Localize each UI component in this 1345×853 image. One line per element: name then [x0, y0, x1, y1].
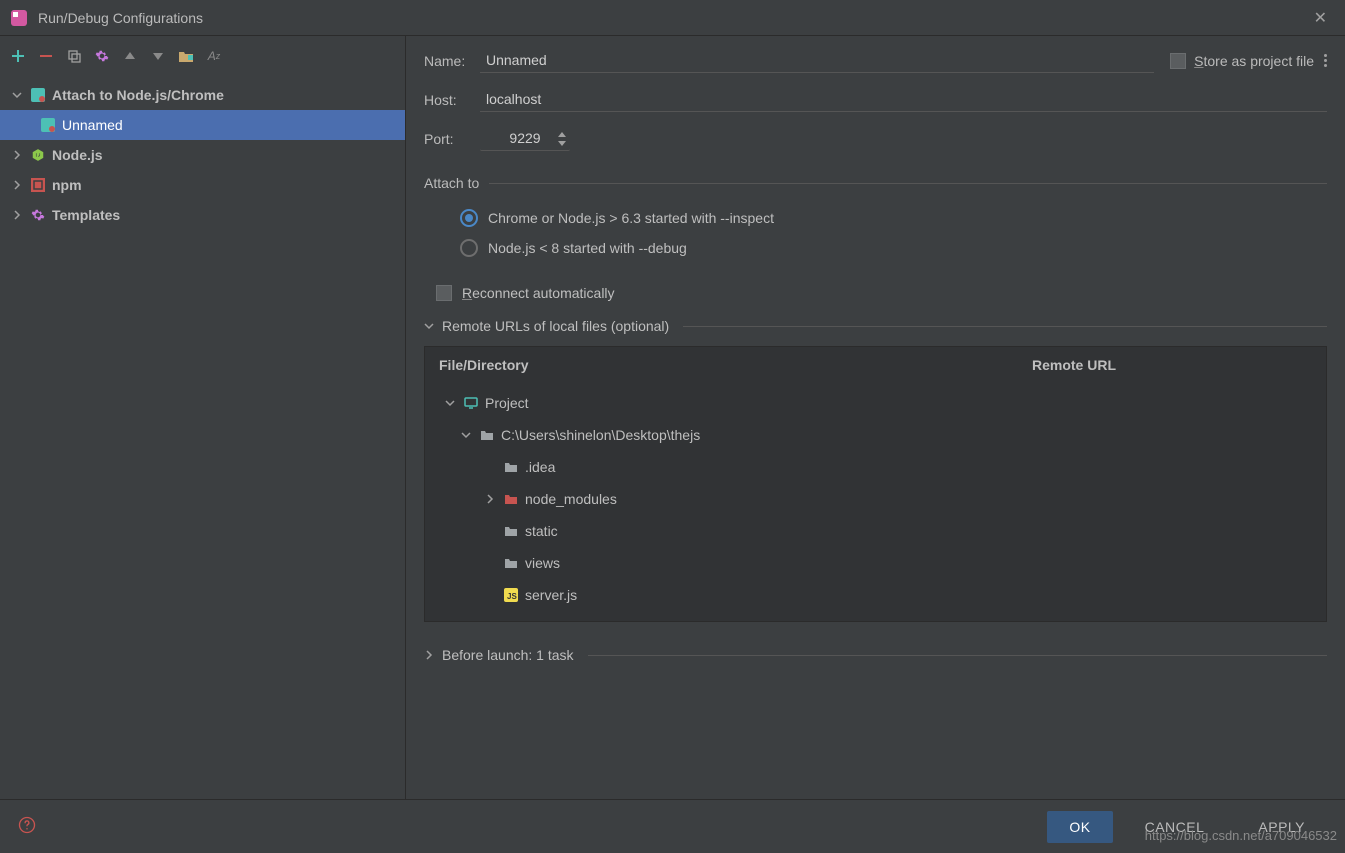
chevron-right-icon — [10, 150, 24, 160]
move-up-button[interactable] — [118, 44, 142, 68]
config-group-label: Node.js — [52, 147, 103, 163]
config-tree: Attach to Node.js/Chrome Unnamed Node.js… — [0, 76, 405, 799]
chevron-right-icon — [483, 494, 497, 504]
monitor-icon — [463, 395, 479, 411]
close-icon[interactable]: ✕ — [1306, 4, 1335, 32]
radio-label: Node.js < 8 started with --debug — [488, 240, 687, 256]
config-group-attach[interactable]: Attach to Node.js/Chrome — [0, 80, 405, 110]
config-group-label: npm — [52, 177, 82, 193]
before-launch-header[interactable]: Before launch: 1 task — [424, 640, 1327, 669]
col-remote: Remote URL — [1032, 357, 1312, 373]
radio-node-debug[interactable]: Node.js < 8 started with --debug — [424, 233, 1327, 263]
file-row-server-js[interactable]: JS server.js — [425, 579, 1326, 611]
attach-to-legend: Attach to — [424, 175, 489, 191]
file-label: server.js — [525, 587, 577, 603]
store-as-project-file[interactable]: Store as project file — [1170, 53, 1314, 69]
file-tree-columns: File/Directory Remote URL — [425, 347, 1326, 383]
port-step-down[interactable] — [556, 139, 568, 147]
port-label: Port: — [424, 131, 480, 147]
window-title: Run/Debug Configurations — [38, 10, 1306, 26]
file-row-node-modules[interactable]: node_modules — [425, 483, 1326, 515]
reconnect-automatically[interactable]: Reconnect automatically — [424, 279, 1327, 311]
remote-urls-label: Remote URLs of local files (optional) — [442, 318, 669, 334]
config-group-npm[interactable]: npm — [0, 170, 405, 200]
reconnect-label-text: econnect automatically — [472, 285, 614, 301]
config-group-nodejs[interactable]: Node.js — [0, 140, 405, 170]
name-input[interactable] — [480, 48, 1154, 73]
folder-icon — [503, 523, 519, 539]
before-launch-label: Before launch: 1 task — [442, 647, 574, 663]
host-input[interactable] — [480, 87, 1327, 112]
attach-icon — [30, 87, 46, 103]
file-label: node_modules — [525, 491, 617, 507]
svg-text:JS: JS — [507, 592, 517, 601]
config-item-label: Unnamed — [62, 117, 123, 133]
folder-icon — [479, 427, 495, 443]
move-down-button[interactable] — [146, 44, 170, 68]
chevron-right-icon — [424, 647, 434, 663]
checkbox-icon[interactable] — [436, 285, 452, 301]
sort-button[interactable]: Az — [202, 44, 226, 68]
chevron-right-icon — [10, 180, 24, 190]
config-sidebar: Az Attach to Node.js/Chrome Unnamed Node… — [0, 36, 406, 799]
nodejs-icon — [30, 147, 46, 163]
copy-config-button[interactable] — [62, 44, 86, 68]
ok-button[interactable]: OK — [1047, 811, 1112, 843]
chevron-down-icon — [10, 90, 24, 100]
radio-icon[interactable] — [460, 239, 478, 257]
port-step-up[interactable] — [556, 130, 568, 138]
col-file: File/Directory — [439, 357, 1032, 373]
checkbox-icon[interactable] — [1170, 53, 1186, 69]
apply-button[interactable]: APPLY — [1236, 811, 1327, 843]
folder-button[interactable] — [174, 44, 198, 68]
file-tree-box: File/Directory Remote URL Project C:\Use… — [424, 346, 1327, 622]
sidebar-toolbar: Az — [0, 36, 405, 76]
dialog-footer: OK CANCEL APPLY — [0, 799, 1345, 853]
attach-icon — [40, 117, 56, 133]
config-form: Name: Store as project file Host: Port: — [406, 36, 1345, 799]
config-item-unnamed[interactable]: Unnamed — [0, 110, 405, 140]
chevron-right-icon — [10, 210, 24, 220]
radio-chrome-inspect[interactable]: Chrome or Node.js > 6.3 started with --i… — [424, 203, 1327, 233]
file-row-idea[interactable]: .idea — [425, 451, 1326, 483]
radio-icon[interactable] — [460, 209, 478, 227]
app-icon — [10, 9, 28, 27]
chevron-down-icon — [459, 430, 473, 440]
store-label-text: tore as project file — [1204, 53, 1315, 69]
folder-icon — [503, 459, 519, 475]
config-group-label: Templates — [52, 207, 120, 223]
file-label: static — [525, 523, 558, 539]
file-label: views — [525, 555, 560, 571]
file-label: C:\Users\shinelon\Desktop\thejs — [501, 427, 700, 443]
cancel-button[interactable]: CANCEL — [1123, 811, 1227, 843]
name-label: Name: — [424, 53, 480, 69]
file-row-views[interactable]: views — [425, 547, 1326, 579]
chevron-down-icon — [443, 398, 457, 408]
chevron-down-icon — [424, 318, 434, 334]
titlebar: Run/Debug Configurations ✕ — [0, 0, 1345, 36]
help-button[interactable] — [18, 816, 36, 837]
radio-label: Chrome or Node.js > 6.3 started with --i… — [488, 210, 774, 226]
more-options-button[interactable] — [1324, 54, 1327, 67]
config-group-label: Attach to Node.js/Chrome — [52, 87, 224, 103]
js-file-icon: JS — [503, 587, 519, 603]
file-label: .idea — [525, 459, 555, 475]
remote-urls-header[interactable]: Remote URLs of local files (optional) — [424, 311, 1327, 340]
config-group-templates[interactable]: Templates — [0, 200, 405, 230]
settings-button[interactable] — [90, 44, 114, 68]
attach-to-group: Attach to Chrome or Node.js > 6.3 starte… — [424, 175, 1327, 263]
remove-config-button[interactable] — [34, 44, 58, 68]
file-row-static[interactable]: static — [425, 515, 1326, 547]
folder-icon — [503, 555, 519, 571]
gear-icon — [30, 207, 46, 223]
file-label: Project — [485, 395, 529, 411]
add-config-button[interactable] — [6, 44, 30, 68]
npm-icon — [30, 177, 46, 193]
file-row-path[interactable]: C:\Users\shinelon\Desktop\thejs — [425, 419, 1326, 451]
file-row-project[interactable]: Project — [425, 387, 1326, 419]
folder-excluded-icon — [503, 491, 519, 507]
host-label: Host: — [424, 92, 480, 108]
